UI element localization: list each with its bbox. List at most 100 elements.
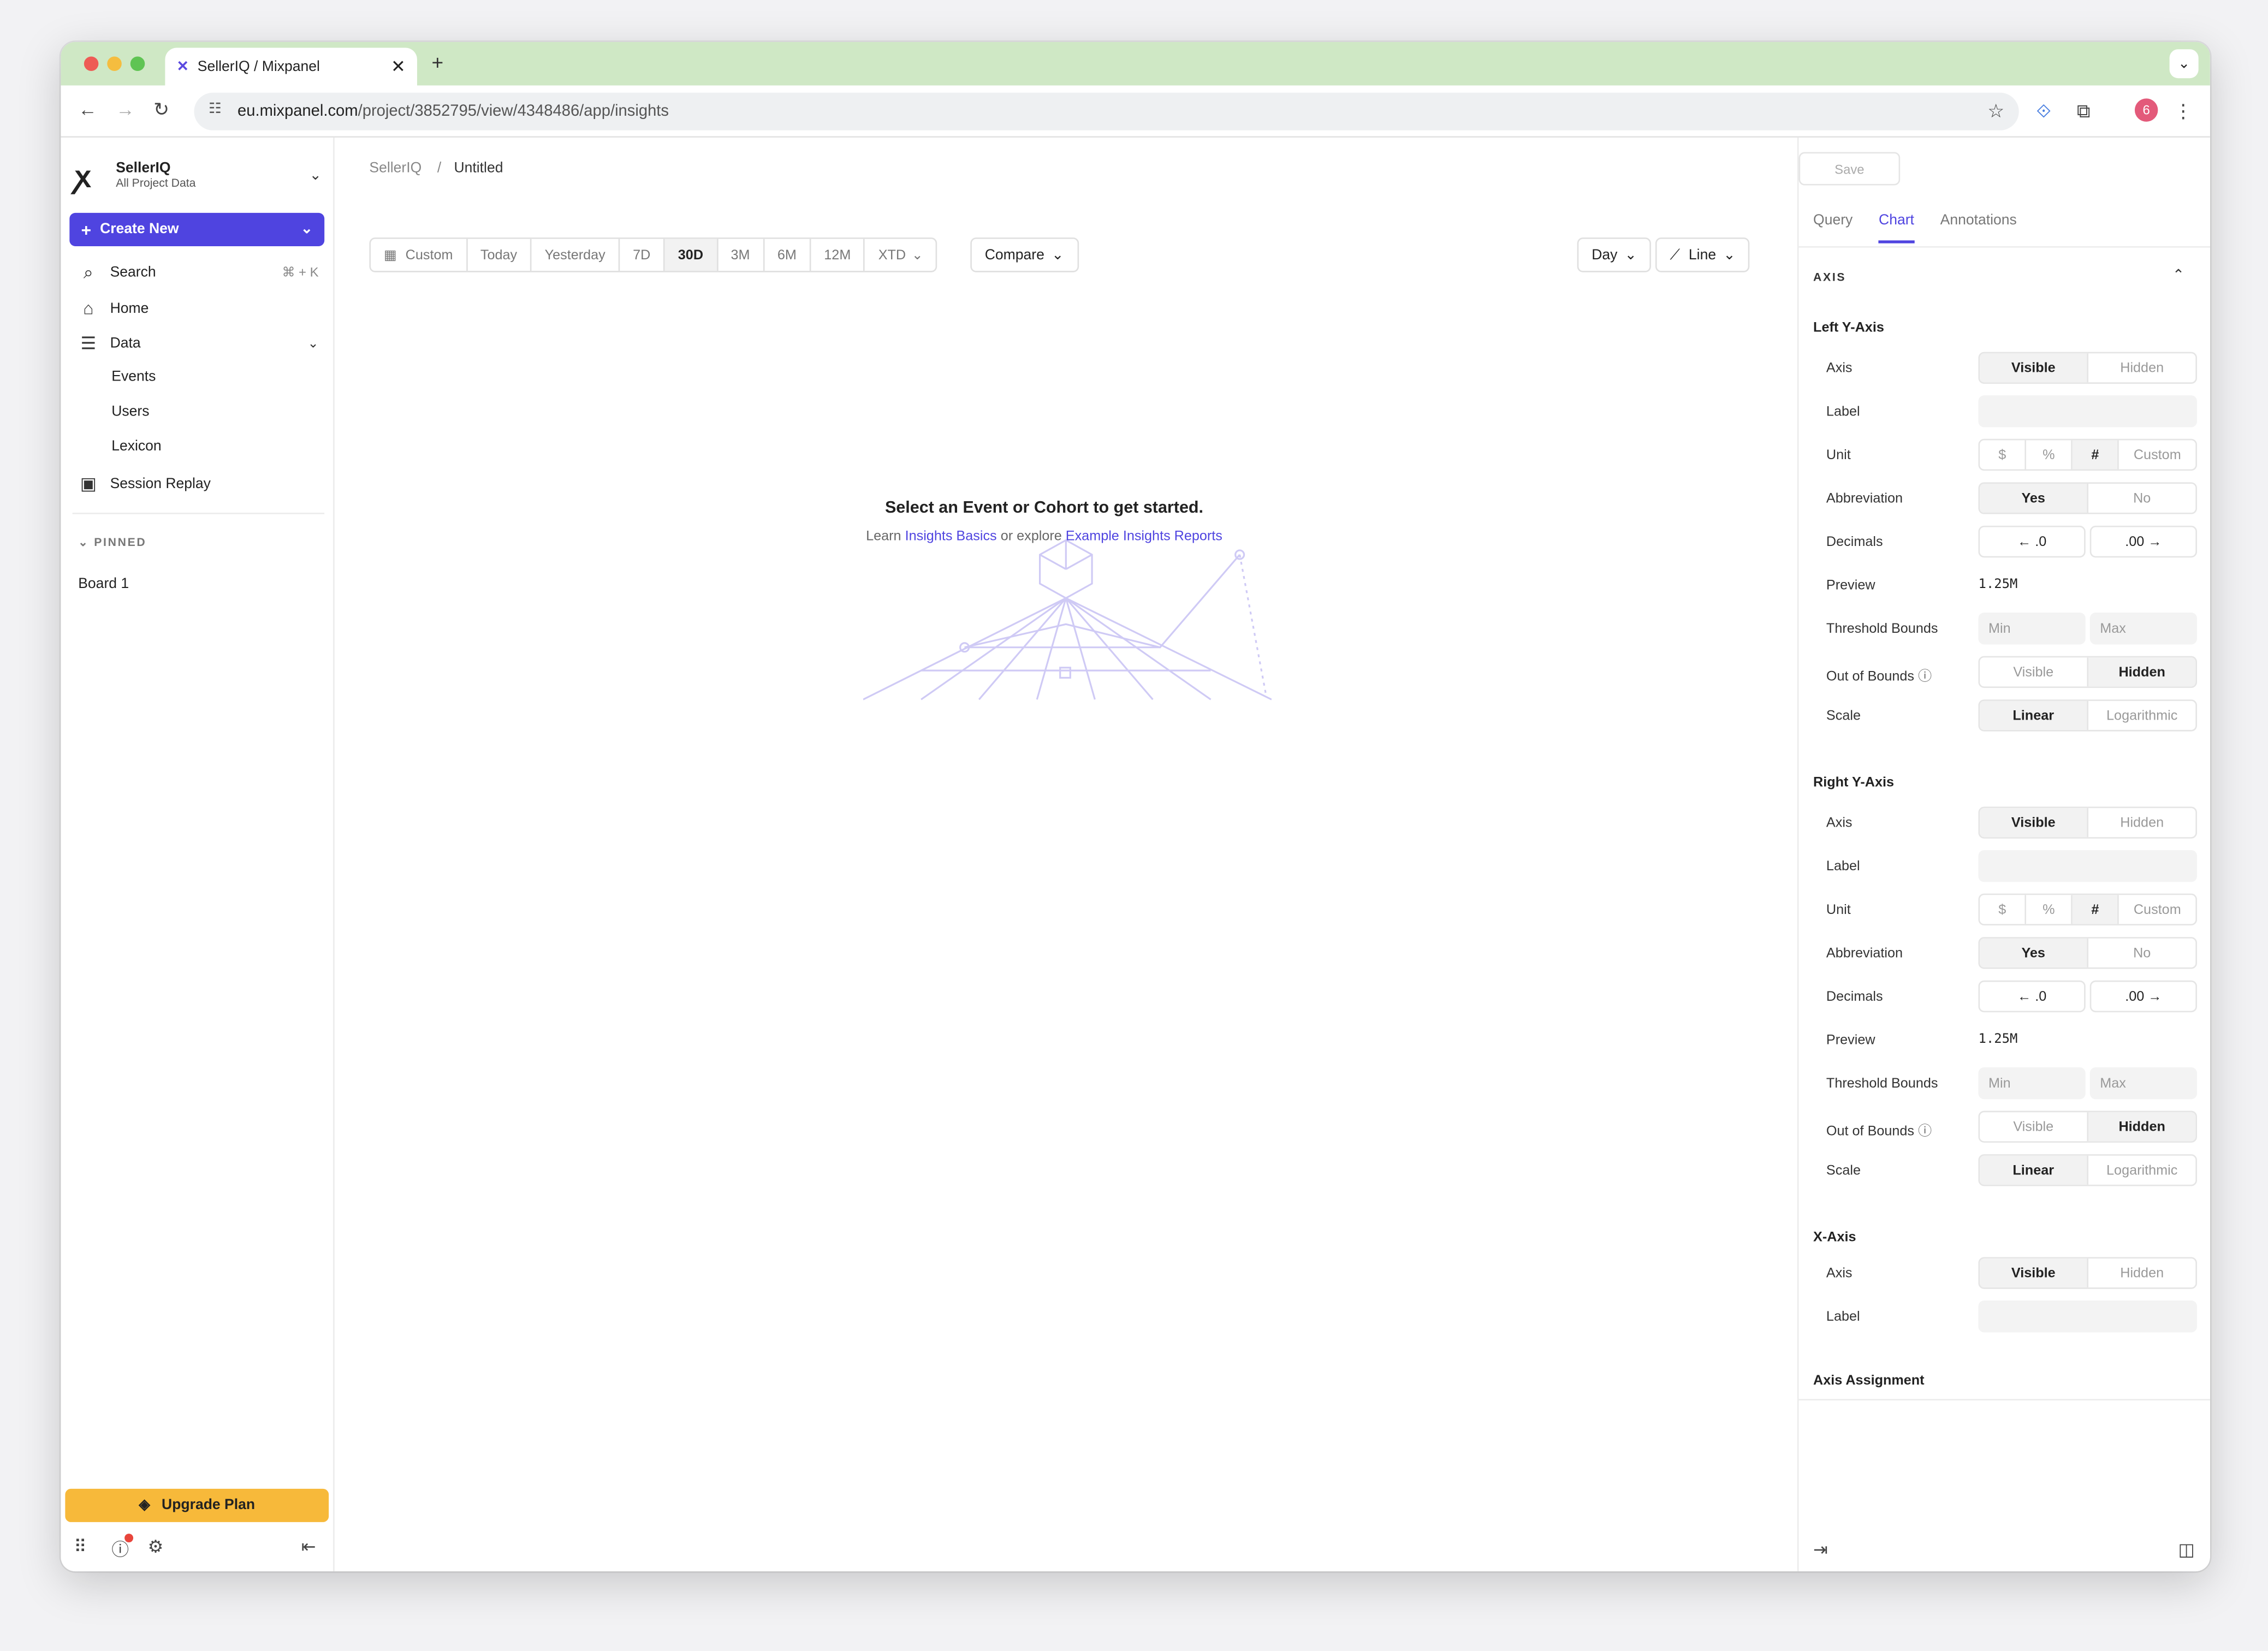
address-bar[interactable]: ☷ eu.mixpanel.com/project/3852795/view/4… [194,92,2019,130]
right-axis-hidden-option[interactable]: Hidden [2088,808,2195,837]
granularity-select[interactable]: Day ⌄ [1577,237,1652,272]
pinned-section[interactable]: ⌄ PINNED [78,536,146,549]
insights-basics-link[interactable]: Insights Basics [905,528,997,544]
date-range-30d[interactable]: 30D [664,239,718,271]
threshold-max-input[interactable]: Max [2089,1067,2197,1100]
tab-search-icon[interactable]: ⌄ [2169,49,2199,79]
report-title[interactable]: Untitled [454,161,503,176]
x-axis-hidden-option[interactable]: Hidden [2088,1258,2195,1287]
axis-section-header[interactable]: AXIS [1813,271,1846,284]
scale-logarithmic-option[interactable]: Logarithmic [2088,701,2195,730]
collapse-sidebar-icon[interactable]: ⇤ [301,1536,316,1557]
sidebar-item-users[interactable]: Users [111,404,149,420]
upgrade-plan-button[interactable]: ◈ Upgrade Plan [65,1488,329,1522]
collapse-panel-icon[interactable]: ⇥ [1813,1540,1828,1560]
empty-state-illustration [863,539,1272,700]
out-of-bounds-visible-option[interactable]: Visible [1980,1112,2089,1142]
date-range-xtd[interactable]: XTD ⌄ [865,239,936,271]
left-axis-label-input[interactable] [1978,395,2197,427]
tab-bar: ✕ SellerIQ / Mixpanel ✕ + ⌄ [61,41,2210,86]
date-range-3m[interactable]: 3M [718,239,764,271]
example-reports-link[interactable]: Example Insights Reports [1066,528,1222,544]
chart-type-select[interactable]: ⟋ Line ⌄ [1655,237,1750,272]
decrease-decimals-button[interactable]: ← .0 [1978,525,2086,558]
browser-menu-icon[interactable]: ⋮ [2174,100,2193,123]
new-tab-icon[interactable]: + [431,51,443,74]
translate-icon[interactable]: ⟐ [2037,100,2051,123]
left-axis-visible-option[interactable]: Visible [1980,353,2089,383]
tab-chart[interactable]: Chart [1879,213,1914,244]
unit-number-option[interactable]: # [2073,895,2119,924]
tab-annotations[interactable]: Annotations [1940,213,2017,244]
abbreviation-yes-option[interactable]: Yes [1980,938,2089,967]
sidebar-item-board[interactable]: Board 1 [78,577,129,592]
right-axis-visible-option[interactable]: Visible [1980,808,2089,838]
bookmark-star-icon[interactable]: ☆ [1987,100,2004,123]
sidebar-item-events[interactable]: Events [111,369,156,385]
profile-avatar[interactable]: 6 [2134,98,2158,122]
increase-decimals-button[interactable]: .00 → [2089,980,2197,1013]
unit-percent-option[interactable]: % [2026,440,2073,470]
tab-query[interactable]: Query [1813,213,1853,244]
out-of-bounds-hidden-option[interactable]: Hidden [2088,1112,2196,1142]
threshold-min-input[interactable]: Min [1978,1067,2086,1100]
extensions-icon[interactable]: ⧉ [2077,100,2091,123]
threshold-min-input[interactable]: Min [1978,613,2086,645]
date-range-7d[interactable]: 7D [620,239,665,271]
reload-icon[interactable]: ↻ [153,98,169,121]
out-of-bounds-text: Out of Bounds [1826,1124,1915,1140]
unit-percent-option[interactable]: % [2026,895,2073,924]
chevron-up-icon[interactable]: ⌃ [2172,268,2184,284]
threshold-max-input[interactable]: Max [2089,613,2197,645]
toggle-panel-icon[interactable]: ◫ [2178,1540,2195,1560]
out-of-bounds-visible-option[interactable]: Visible [1980,657,2089,687]
increase-decimals-button[interactable]: .00 → [2089,525,2197,558]
forward-icon[interactable]: → [116,98,134,120]
project-switcher[interactable]: ꭗ SellerIQ All Project Data ⌄ [75,155,322,195]
x-axis-label-input[interactable] [1978,1300,2197,1333]
settings-gear-icon[interactable]: ⚙ [148,1536,164,1557]
sidebar-item-data[interactable]: ☰ Data ⌄ [78,333,319,353]
unit-number-option[interactable]: # [2073,440,2119,470]
scale-linear-option[interactable]: Linear [1980,1155,2089,1185]
site-info-icon[interactable]: ☷ [209,102,229,122]
date-range-12m[interactable]: 12M [811,239,865,271]
compare-button[interactable]: Compare ⌄ [970,237,1078,272]
info-icon[interactable]: ⓘ [1918,1124,1932,1139]
sidebar-item-lexicon[interactable]: Lexicon [111,439,161,455]
save-button[interactable]: Save [1798,152,1901,186]
out-of-bounds-hidden-option[interactable]: Hidden [2088,657,2196,687]
close-window-button[interactable] [84,56,99,71]
unit-custom-option[interactable]: Custom [2119,440,2195,469]
unit-dollar-option[interactable]: $ [1980,440,2027,470]
axis-assignment-title[interactable]: Axis Assignment [1813,1373,1925,1389]
browser-tab[interactable]: ✕ SellerIQ / Mixpanel ✕ [165,47,417,86]
x-axis-visible-option[interactable]: Visible [1980,1258,2089,1288]
abbreviation-no-option[interactable]: No [2088,939,2195,967]
left-axis-hidden-option[interactable]: Hidden [2088,353,2195,382]
unit-dollar-option[interactable]: $ [1980,895,2027,924]
sidebar-item-session-replay[interactable]: ▣ Session Replay [78,473,318,494]
sidebar-item-home[interactable]: ⌂ Home [78,298,318,318]
date-range-yesterday[interactable]: Yesterday [532,239,620,271]
abbreviation-no-option[interactable]: No [2088,484,2195,513]
scale-logarithmic-option[interactable]: Logarithmic [2088,1156,2195,1185]
date-range-6m[interactable]: 6M [764,239,811,271]
x-label-label: Label [1826,1309,1860,1326]
breadcrumb-root[interactable]: SellerIQ [369,161,421,176]
scale-linear-option[interactable]: Linear [1980,700,2089,730]
back-icon[interactable]: ← [78,98,97,120]
unit-custom-option[interactable]: Custom [2119,895,2195,924]
create-new-button[interactable]: + Create New ⌄ [69,212,325,246]
info-icon[interactable]: ⓘ [1918,669,1932,685]
maximize-window-button[interactable] [130,56,145,71]
right-axis-label-input[interactable] [1978,850,2197,882]
date-range-custom[interactable]: ▦ Custom [371,239,468,271]
date-range-today[interactable]: Today [467,239,532,271]
decrease-decimals-button[interactable]: ← .0 [1978,980,2086,1013]
sidebar-item-search[interactable]: ⌕ Search ⌘ + K [78,262,319,284]
minimize-window-button[interactable] [107,56,122,71]
abbreviation-yes-option[interactable]: Yes [1980,483,2089,513]
apps-grid-icon[interactable]: ⠿ [74,1536,86,1557]
close-tab-icon[interactable]: ✕ [391,56,406,76]
